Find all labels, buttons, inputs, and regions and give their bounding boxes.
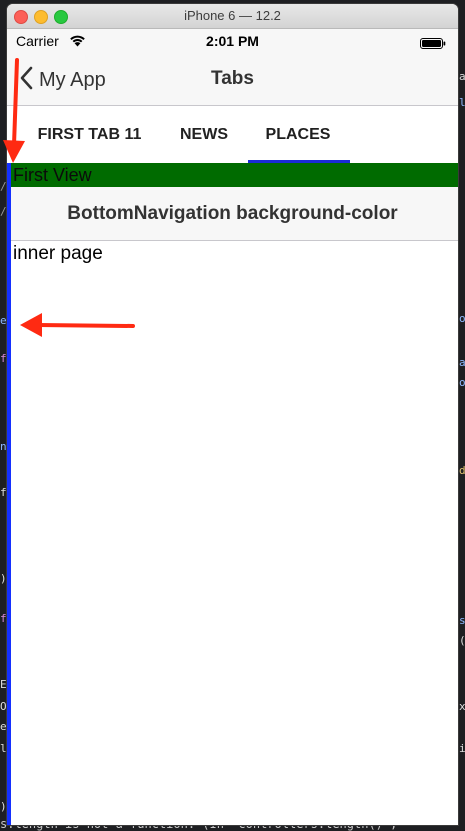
navigation-bar: My App Tabs xyxy=(7,55,458,106)
tab-first-tab[interactable]: FIRST TAB 11 xyxy=(27,106,152,163)
first-view-bar: First View xyxy=(7,163,458,187)
tab-places[interactable]: PLACES xyxy=(247,106,349,163)
first-view-label: First View xyxy=(13,165,92,185)
inner-action-bar: BottomNavigation background-color xyxy=(7,187,458,241)
status-bar: Carrier 2:01 PM xyxy=(7,29,458,55)
inner-page-text: inner page xyxy=(13,243,103,264)
tab-news[interactable]: NEWS xyxy=(165,106,243,163)
simulator-window: iPhone 6 — 12.2 Carrier 2:01 PM My App T… xyxy=(7,4,458,825)
nav-title: Tabs xyxy=(211,68,254,89)
tab-strip: FIRST TAB 11 NEWS PLACES xyxy=(7,106,458,163)
status-time: 2:01 PM xyxy=(206,33,259,49)
battery-icon xyxy=(420,36,446,49)
window-title: iPhone 6 — 12.2 xyxy=(184,8,281,23)
inner-action-bar-title: BottomNavigation background-color xyxy=(67,203,398,224)
window-titlebar[interactable]: iPhone 6 — 12.2 xyxy=(7,4,458,29)
left-blue-border xyxy=(7,163,11,825)
phone-screen: Carrier 2:01 PM My App Tabs FIRST TAB 11… xyxy=(7,29,458,825)
